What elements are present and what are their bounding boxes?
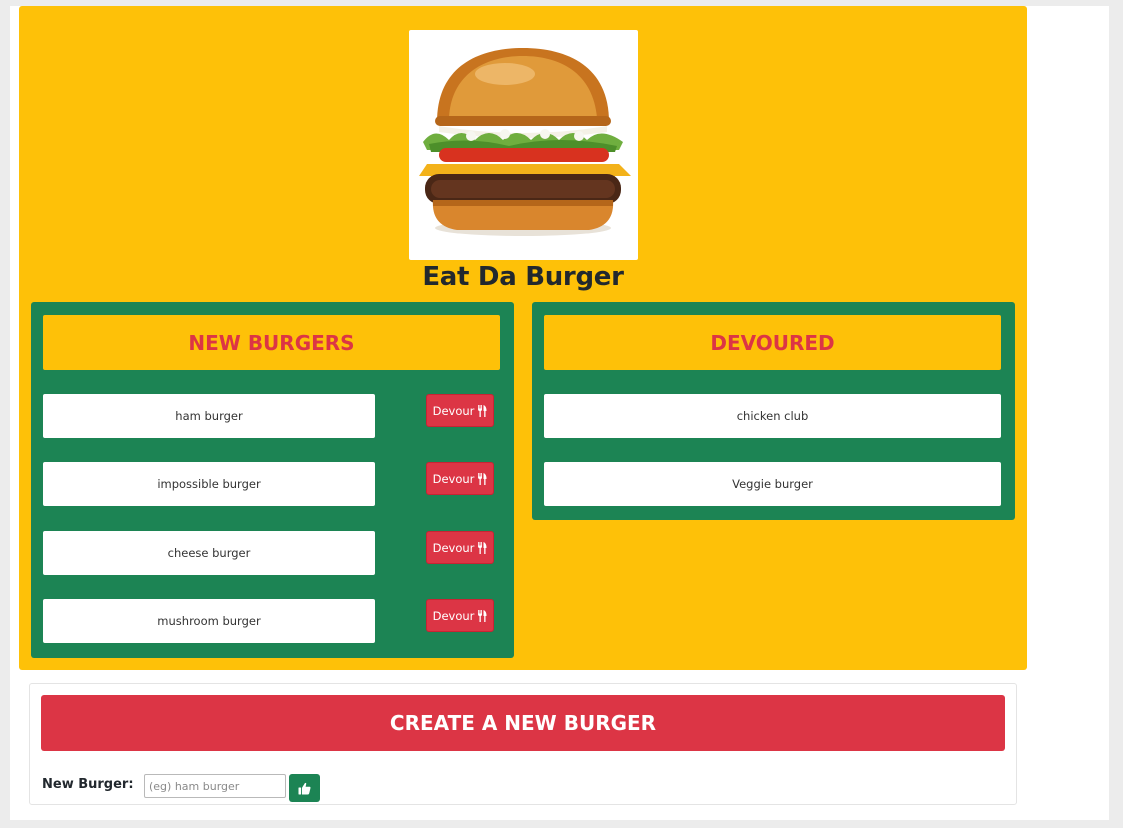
thumbs-up-icon: [298, 782, 311, 794]
burger-name: mushroom burger: [157, 614, 261, 628]
devour-button[interactable]: Devour: [426, 462, 494, 495]
devoured-item: Veggie burger: [544, 462, 1001, 506]
burger-name: chicken club: [736, 409, 809, 423]
burger-name: cheese burger: [167, 546, 251, 560]
utensils-icon: [478, 404, 487, 417]
devour-button-label: Devour: [432, 471, 475, 486]
burger-item: cheese burger: [43, 531, 375, 575]
create-burger-card: CREATE A NEW BURGER New Burger:: [29, 683, 1017, 805]
header-jumbotron: Eat Da Burger NEW BURGERS ham burger Dev…: [19, 6, 1027, 670]
page: Eat Da Burger NEW BURGERS ham burger Dev…: [10, 6, 1109, 820]
burger-name: ham burger: [175, 409, 243, 423]
page-title: Eat Da Burger: [422, 262, 624, 292]
devour-button-label: Devour: [432, 608, 475, 623]
utensils-icon: [478, 472, 487, 485]
burger-item: impossible burger: [43, 462, 375, 506]
burger-image: [409, 30, 638, 260]
burger-item: mushroom burger: [43, 599, 375, 643]
burger-name: impossible burger: [157, 477, 261, 491]
create-burger-heading: CREATE A NEW BURGER: [41, 695, 1005, 751]
devoured-item: chicken club: [544, 394, 1001, 438]
submit-burger-button[interactable]: [289, 774, 320, 802]
devour-button[interactable]: Devour: [426, 394, 494, 427]
devour-button-label: Devour: [432, 540, 475, 555]
devour-button[interactable]: Devour: [426, 599, 494, 632]
burger-name: Veggie burger: [732, 477, 813, 491]
new-burgers-panel: NEW BURGERS ham burger Devour impossible…: [31, 302, 514, 658]
devoured-heading: DEVOURED: [544, 315, 1001, 370]
devoured-panel: DEVOURED chicken club Veggie burger: [532, 302, 1015, 520]
new-burgers-heading: NEW BURGERS: [43, 315, 500, 370]
new-burger-input[interactable]: [144, 774, 286, 798]
devour-button[interactable]: Devour: [426, 531, 494, 564]
new-burger-label: New Burger:: [42, 777, 134, 792]
utensils-icon: [478, 609, 487, 622]
burger-item: ham burger: [43, 394, 375, 438]
burger-illustration: [419, 48, 631, 236]
devour-button-label: Devour: [432, 403, 475, 418]
utensils-icon: [478, 541, 487, 554]
